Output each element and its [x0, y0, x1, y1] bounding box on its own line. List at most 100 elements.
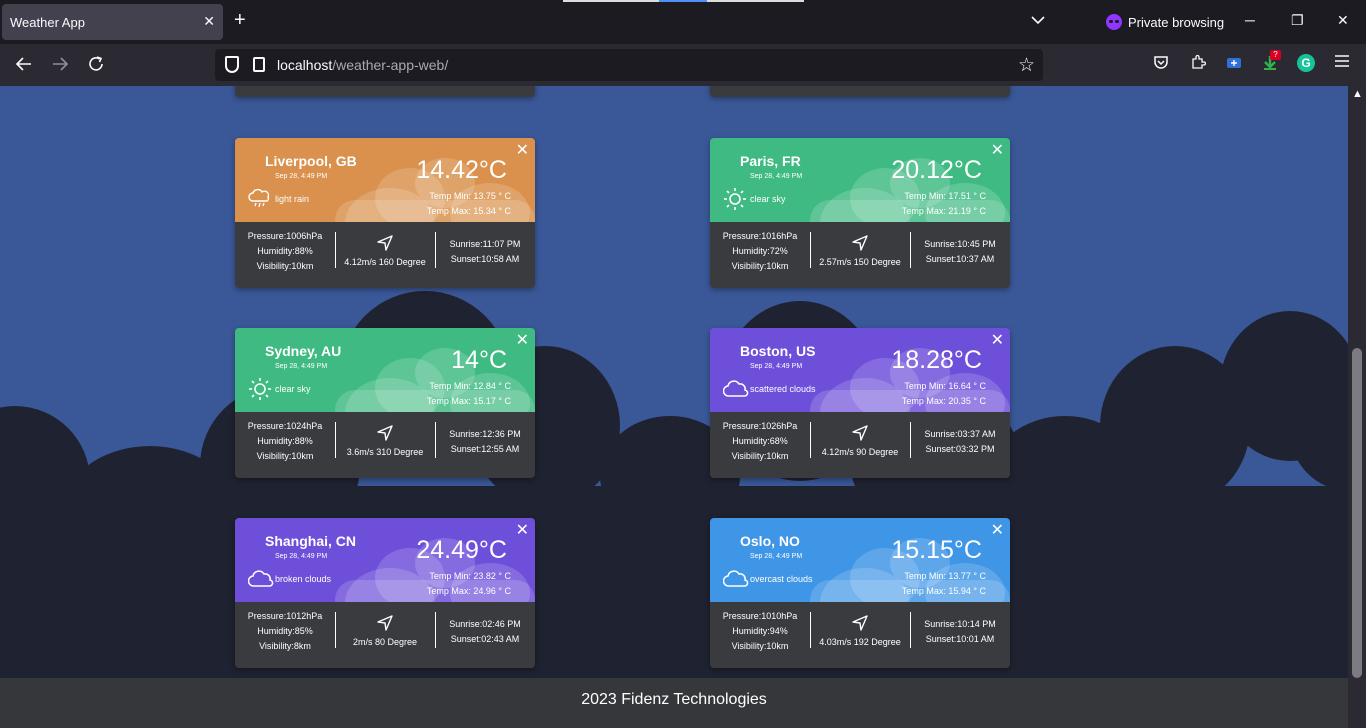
- weather-description: scattered clouds: [750, 384, 816, 394]
- temperature: 14.42°C: [416, 156, 507, 184]
- private-mask-icon: [1106, 14, 1122, 30]
- page-footer: 2023 Fidenz Technologies: [0, 678, 1348, 728]
- temperature: 14°C: [451, 346, 507, 374]
- temp-min: Temp Min: 13.77 ° C: [904, 571, 986, 581]
- tab-close-icon[interactable]: ✕: [203, 13, 215, 30]
- weather-card: Paris, FR Sep 28, 4:49 PM 20.12°C Temp M…: [710, 138, 1010, 288]
- bookmark-star-icon[interactable]: ☆: [1018, 54, 1035, 77]
- temp-min: Temp Min: 13.75 ° C: [429, 191, 511, 201]
- conditions-column: Pressure:1012hPa Humidity:85% Visibility…: [235, 609, 335, 654]
- pocket-icon[interactable]: [1152, 54, 1170, 72]
- weather-card-header: Oslo, NO Sep 28, 4:49 PM 15.15°C Temp Mi…: [710, 518, 1010, 602]
- extensions-icon[interactable]: [1189, 54, 1207, 72]
- url-path: /weather-app-web/: [332, 57, 449, 73]
- navigation-arrow-icon: [851, 234, 869, 252]
- humidity: Humidity:94%: [732, 626, 788, 636]
- browser-tab[interactable]: Weather App ✕: [2, 4, 223, 40]
- pressure: Pressure:1012hPa: [247, 611, 323, 621]
- visibility: Visibility:10km: [731, 451, 789, 461]
- humidity: Humidity:88%: [257, 246, 313, 256]
- browser-tab-strip: Weather App ✕ + Private browsing ─ ❐ ✕: [0, 0, 1366, 44]
- wind-column: 2.57m/s 150 Degree: [810, 222, 910, 288]
- conditions-column: Pressure:1024hPa Humidity:88% Visibility…: [235, 419, 335, 464]
- temperature: 15.15°C: [891, 536, 982, 564]
- weather-card-details: Pressure:1026hPa Humidity:68% Visibility…: [710, 412, 1010, 478]
- temp-min: Temp Min: 12.84 ° C: [429, 381, 511, 391]
- page-info-icon[interactable]: [253, 57, 265, 72]
- sunrise: Sunrise:10:45 PM: [924, 239, 996, 249]
- page-scrollbar[interactable]: ▲: [1348, 86, 1366, 728]
- conditions-column: Pressure:1010hPa Humidity:94% Visibility…: [710, 609, 810, 654]
- back-icon[interactable]: [15, 55, 33, 76]
- grammarly-icon[interactable]: G: [1297, 54, 1315, 72]
- city-name: Liverpool, GB: [265, 153, 357, 169]
- wind-column: 4.12m/s 90 Degree: [810, 412, 910, 478]
- close-icon[interactable]: ✕: [991, 333, 1004, 349]
- pressure: Pressure:1006hPa: [247, 231, 323, 241]
- humidity: Humidity:85%: [257, 626, 313, 636]
- sunset: Sunset:02:43 AM: [450, 634, 520, 644]
- new-tab-icon[interactable]: +: [234, 10, 246, 30]
- date-time: Sep 28, 4:49 PM: [750, 173, 803, 180]
- temp-max: Temp Max: 15.94 ° C: [901, 586, 986, 596]
- date-time: Sep 28, 4:49 PM: [275, 553, 328, 560]
- navigation-arrow-icon: [851, 614, 869, 632]
- wind-info: 2.57m/s 150 Degree: [819, 257, 901, 267]
- loading-progress: [563, 0, 804, 2]
- temperature: 20.12°C: [891, 156, 982, 184]
- temp-min: Temp Min: 17.51 ° C: [904, 191, 986, 201]
- minimize-icon[interactable]: ─: [1245, 12, 1255, 28]
- wind-column: 3.6m/s 310 Degree: [335, 412, 435, 478]
- date-time: Sep 28, 4:49 PM: [750, 553, 803, 560]
- temp-min: Temp Min: 23.82 ° C: [429, 571, 511, 581]
- window-close-icon[interactable]: ✕: [1337, 12, 1349, 29]
- wind-info: 3.6m/s 310 Degree: [346, 447, 424, 457]
- weather-card: Boston, US Sep 28, 4:49 PM 18.28°C Temp …: [710, 328, 1010, 478]
- sunrise: Sunrise:11:07 PM: [449, 239, 521, 249]
- close-icon[interactable]: ✕: [516, 143, 529, 159]
- scroll-thumb[interactable]: [1352, 348, 1362, 678]
- rain-cloud-icon: [248, 188, 272, 210]
- weather-card-partial: [710, 86, 1010, 97]
- sunset: Sunset:12:55 AM: [450, 444, 520, 454]
- temp-max: Temp Max: 15.17 ° C: [426, 396, 511, 406]
- temp-max: Temp Max: 24.96 ° C: [426, 586, 511, 596]
- close-icon[interactable]: ✕: [516, 523, 529, 539]
- weather-card: Shanghai, CN Sep 28, 4:49 PM 24.49°C Tem…: [235, 518, 535, 668]
- weather-card-header: Sydney, AU Sep 28, 4:49 PM 14°C Temp Min…: [235, 328, 535, 412]
- tab-title: Weather App: [10, 15, 85, 30]
- url-bar[interactable]: localhost/weather-app-web/ ☆: [215, 49, 1043, 81]
- conditions-column: Pressure:1016hPa Humidity:72% Visibility…: [710, 229, 810, 274]
- scroll-up-icon[interactable]: ▲: [1352, 88, 1363, 100]
- wind-info: 4.12m/s 90 Degree: [821, 447, 899, 457]
- weather-card-details: Pressure:1012hPa Humidity:85% Visibility…: [235, 602, 535, 668]
- pressure: Pressure:1026hPa: [722, 421, 798, 431]
- city-name: Oslo, NO: [740, 533, 800, 549]
- menu-icon[interactable]: [1333, 54, 1351, 72]
- forward-icon[interactable]: [51, 55, 69, 76]
- weather-card-header: Paris, FR Sep 28, 4:49 PM 20.12°C Temp M…: [710, 138, 1010, 222]
- sunrise: Sunrise:12:36 PM: [449, 429, 521, 439]
- weather-card-details: Pressure:1024hPa Humidity:88% Visibility…: [235, 412, 535, 478]
- weather-card-partial: [235, 86, 535, 97]
- sun-column: Sunrise:11:07 PM Sunset:10:58 AM: [435, 237, 535, 267]
- sunset: Sunset:03:32 PM: [925, 444, 995, 454]
- cloud-icon: [722, 378, 749, 400]
- translate-extension-icon[interactable]: [1225, 54, 1243, 72]
- close-icon[interactable]: ✕: [991, 143, 1004, 159]
- close-icon[interactable]: ✕: [991, 523, 1004, 539]
- city-name: Shanghai, CN: [265, 533, 357, 549]
- url-text[interactable]: localhost/weather-app-web/: [277, 57, 448, 73]
- restore-icon[interactable]: ❐: [1291, 12, 1304, 29]
- weather-card-details: Pressure:1006hPa Humidity:88% Visibility…: [235, 222, 535, 288]
- weather-card-header: Shanghai, CN Sep 28, 4:49 PM 24.49°C Tem…: [235, 518, 535, 602]
- shield-icon[interactable]: [225, 56, 239, 73]
- wind-column: 2m/s 80 Degree: [335, 602, 435, 668]
- temperature: 18.28°C: [891, 346, 982, 374]
- cloud-icon: [722, 568, 749, 590]
- chevron-down-icon[interactable]: [1031, 12, 1045, 28]
- temperature: 24.49°C: [416, 536, 507, 564]
- reload-icon[interactable]: [87, 55, 105, 76]
- weather-card-header: Boston, US Sep 28, 4:49 PM 18.28°C Temp …: [710, 328, 1010, 412]
- close-icon[interactable]: ✕: [516, 333, 529, 349]
